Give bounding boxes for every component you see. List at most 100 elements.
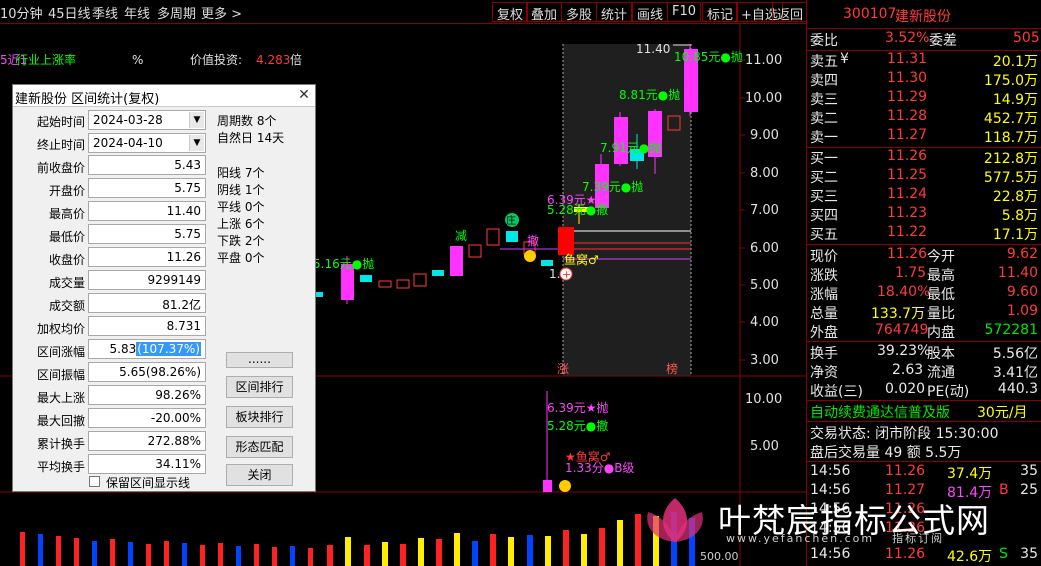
button-back[interactable]: 返回 [772,2,809,23]
close-icon[interactable]: ✕ [296,87,312,103]
candle [450,246,463,276]
candle [468,244,482,258]
more-button[interactable]: ...... [226,352,293,368]
stat-summary: 平盘 0个 [217,251,265,265]
chevron-down-icon[interactable]: ▼ [189,135,204,151]
stat-summary: 周期数 8个 [217,114,277,128]
lotus-logo-icon [647,498,703,542]
chart-label: 5.28元●撤 [547,202,608,217]
stat-value: 11.40 [88,201,206,221]
candle [396,279,410,289]
stat-summary: 自然日 14天 [217,131,285,145]
toolbar-item-multi-period[interactable]: 多周期 [157,3,196,22]
quote-panel: 300107 建新股份 委比 3.52% 委差 505 卖五 ¥11.31 20.1… [806,0,1041,566]
candle [541,260,553,266]
after-hours: 盘后交易量 49 额 5.5万 [810,445,962,461]
toolbar-item-quarter[interactable]: 季线 [92,3,118,22]
pattern-match-button[interactable]: 形态匹配 [226,436,293,458]
stat-value: 81.2亿 [88,293,206,313]
volume-scale: 500.00 [700,550,739,563]
stat-label: 区间涨幅 [36,345,85,359]
fin-row: 换手 39.23% 股本 5.56亿 [810,343,1038,362]
price-axis-tick: 4.00 [750,315,779,330]
stat-label: 最高价 [48,207,85,221]
stat-label: 加权均价 [36,322,85,336]
stat-value-range-rise[interactable]: 5.83(107.37%) [88,339,206,359]
candle [506,231,518,242]
fin-row: 收益(三) 0.020 PE(动) 440.3 [810,381,1038,400]
candle [413,273,427,287]
dialog-titlebar[interactable]: 建新股份 区间统计(复权) ✕ [13,85,315,107]
weicha-label: 委差 [929,33,957,49]
cross-icon-glyph: + [562,268,571,281]
start-time-select[interactable]: 2024-03-28 ▼ [88,110,206,130]
button-draw-line[interactable]: 画线 [632,2,669,23]
chevron-down-icon[interactable]: ▼ [189,112,204,128]
keep-line-label: 保留区间显示线 [106,476,191,490]
stat-summary: 平线 0个 [217,200,265,214]
sector-rank-button[interactable]: 板块排行 [226,406,293,428]
stat-label: 平均换手 [36,460,85,474]
close-button[interactable]: 关闭 [226,464,293,486]
fin-row: 净资 2.63 流通 3.41亿 [810,362,1038,381]
dialog-title: 建新股份 区间统计(复权) [15,92,160,107]
chart-label: 撤 [527,233,539,248]
toolbar-item-year[interactable]: 年线 [124,3,150,22]
price-axis-tick: 8.00 [750,166,779,181]
chart-label: 11.40 [636,42,670,56]
trade-state: 交易状态: 闭市阶段 15:30:00 [810,426,999,442]
ask-row: 卖三 11.29 14.9万 [810,89,1038,108]
volume-bars [20,512,695,566]
button-f10[interactable]: F10 [667,2,702,22]
stat-value: 5.75 [88,224,206,244]
mid-label: 5.28元●撤 [547,418,608,433]
ask-row: 卖二 11.28 452.7万 [810,108,1038,127]
bid-row: 买三 11.24 22.8万 [810,186,1038,205]
selected-text: (107.37%) [136,342,201,356]
stat-label: 最大上涨 [36,391,85,405]
ask-row: 卖四 11.30 175.0万 [810,70,1038,89]
stat-label: 成交额 [48,299,85,313]
bid-row: 买五 11.22 17.1万 [810,224,1038,243]
stat-value: -20.00% [88,408,206,428]
end-time-select[interactable]: 2024-04-10 ▼ [88,133,206,153]
stat-summary: 阳线 7个 [217,166,265,180]
stat-label: 最大回撤 [36,414,85,428]
price-axis-tick: 11.00 [745,53,782,68]
promo-row[interactable]: 自动续费通达信普及版 30元/月 [807,402,1041,421]
price-axis-tick: 6.00 [750,241,779,256]
value-label: 价值投资: [190,52,242,67]
weibi-value: 3.52% [885,30,930,46]
chart-tag: 榜 [666,361,678,376]
button-fuquan[interactable]: 复权 [492,2,529,23]
stat-value: 272.88% [88,431,206,451]
period-10min[interactable]: 10分钟 [0,3,43,22]
ask-row: 卖五 ¥11.31 20.1万 [810,51,1038,70]
quote-row: 外盘 764749 内盘 572281 [810,322,1038,341]
money-bag-icon [524,250,536,262]
stat-summary: 上涨 6个 [217,217,265,231]
button-statistics[interactable]: 统计 [596,2,633,23]
value-num: 4.283 [256,53,290,67]
toolbar-item-more[interactable]: 更多 > [201,3,242,22]
stat-value: 8.731 [88,316,206,336]
price-axis-tick: 5.00 [750,278,779,293]
keep-line-checkbox[interactable] [89,476,100,487]
interval-rank-button[interactable]: 区间排行 [226,376,293,398]
stat-summary: 阴线 1个 [217,183,265,197]
button-multi-stock[interactable]: 多股 [561,2,598,23]
toolbar-item-45d[interactable]: 45日线 [48,3,91,22]
stat-label: 区间振幅 [36,368,85,382]
chart-label: 7.39元●抛 [582,179,643,194]
top-toolbar: 10分钟 45日线 季线 年线 多周期 更多 > 复权 叠加 多股 统计 画线 … [0,0,809,24]
button-mark[interactable]: 标记 [702,2,739,23]
ask-row: 卖一 11.27 118.7万 [810,127,1038,146]
chart-label: 减 [455,229,467,243]
mid-label: 6.39元★抛 [547,400,608,415]
stat-value: 9299149 [88,270,206,290]
chart-label: 8.81元●抛 [619,87,680,102]
chart-label: 鱼窝♂ [564,252,599,267]
stock-header: 300107 建新股份 [807,6,1041,25]
stat-label: 开盘价 [48,184,85,198]
button-overlay[interactable]: 叠加 [526,2,563,23]
